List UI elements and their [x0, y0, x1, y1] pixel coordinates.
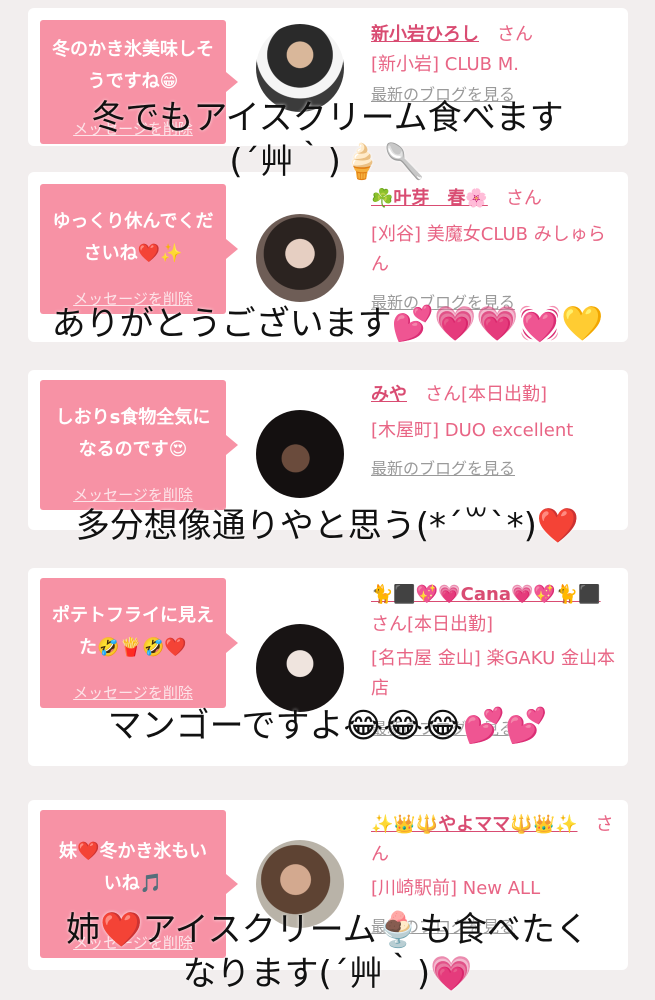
message-text: ゆっくり休んでくださいね❤️✨ — [52, 211, 214, 264]
message-bubble: しおりs食物全気になるのです😍 メッセージを削除 — [40, 380, 238, 510]
overlay-caption: 多分想像通りやと思う(*ˊ꒳ˋ*)❤️ — [0, 504, 655, 548]
sender-info: ☘️叶芽 春🌸 さん [刈谷] 美魔女CLUB みしゅらん 最新のブログを見る — [371, 184, 619, 318]
sender-name[interactable]: 🐈⬛💖💗Cana💗💖🐈⬛ — [371, 584, 601, 605]
shop-name[interactable]: [木屋町] DUO excellent — [371, 416, 619, 446]
message-text: ポテトフライに見えた🤣🍟🤣❤️ — [52, 605, 214, 658]
sender-name[interactable]: みや — [371, 384, 407, 405]
avatar[interactable] — [256, 410, 344, 498]
caption-line: (´艸｀)🍦🥄 — [229, 142, 426, 182]
overlay-caption: ありがとうございます💕💗💗💓💛 — [0, 302, 655, 346]
caption-line: マンゴーですよ😂😂😂💕💕 — [107, 706, 548, 746]
caption-line: ありがとうございます💕💗💗💓💛 — [51, 304, 604, 344]
delete-message-link[interactable]: メッセージを削除 — [40, 684, 226, 702]
sender-name[interactable]: 新小岩ひろし — [371, 24, 479, 45]
avatar[interactable] — [256, 624, 344, 712]
honorific: さん[本日出勤] — [371, 614, 494, 635]
sender-name[interactable]: ☘️叶芽 春🌸 — [371, 188, 488, 209]
message-bubble: ゆっくり休んでくださいね❤️✨ メッセージを削除 — [40, 184, 238, 314]
sender-name[interactable]: ✨👑🔱やよママ🔱👑✨ — [371, 814, 577, 835]
overlay-caption: マンゴーですよ😂😂😂💕💕 — [0, 704, 655, 748]
overlay-caption: 冬でもアイスクリーム食べます (´艸｀)🍦🥄 — [0, 96, 655, 184]
shop-name[interactable]: [川崎駅前] New ALL — [371, 874, 619, 904]
message-text: 冬のかき氷美味しそうですね😁 — [52, 39, 214, 92]
overlay-caption: 姉❤️アイスクリーム🍨も食べたく なります(´艸｀)💗 — [0, 908, 655, 996]
caption-line: 冬でもアイスクリーム食べます — [91, 98, 564, 138]
sender-info: みや さん[本日出勤] [木屋町] DUO excellent 最新のブログを見… — [371, 380, 619, 484]
message-text: 妹❤️冬かき氷もいいね🎵 — [58, 841, 208, 894]
honorific: さん — [497, 24, 533, 45]
caption-line: 姉❤️アイスクリーム🍨も食べたく — [66, 910, 589, 950]
shop-name[interactable]: [刈谷] 美魔女CLUB みしゅらん — [371, 220, 619, 280]
honorific: さん[本日出勤] — [425, 384, 548, 405]
delete-message-link[interactable]: メッセージを削除 — [40, 486, 226, 504]
caption-line: 多分想像通りやと思う(*ˊ꒳ˋ*)❤️ — [75, 506, 580, 546]
message-text: しおりs食物全気になるのです😍 — [55, 407, 211, 460]
honorific: さん — [505, 188, 542, 209]
shop-name[interactable]: [新小岩] CLUB M. — [371, 50, 619, 80]
message-bubble: ポテトフライに見えた🤣🍟🤣❤️ メッセージを削除 — [40, 578, 238, 708]
caption-line: なります(´艸｀)💗 — [182, 954, 473, 994]
blog-link[interactable]: 最新のブログを見る — [371, 454, 619, 484]
avatar[interactable] — [256, 214, 344, 302]
shop-name[interactable]: [名古屋 金山] 楽GAKU 金山本店 — [371, 644, 619, 704]
